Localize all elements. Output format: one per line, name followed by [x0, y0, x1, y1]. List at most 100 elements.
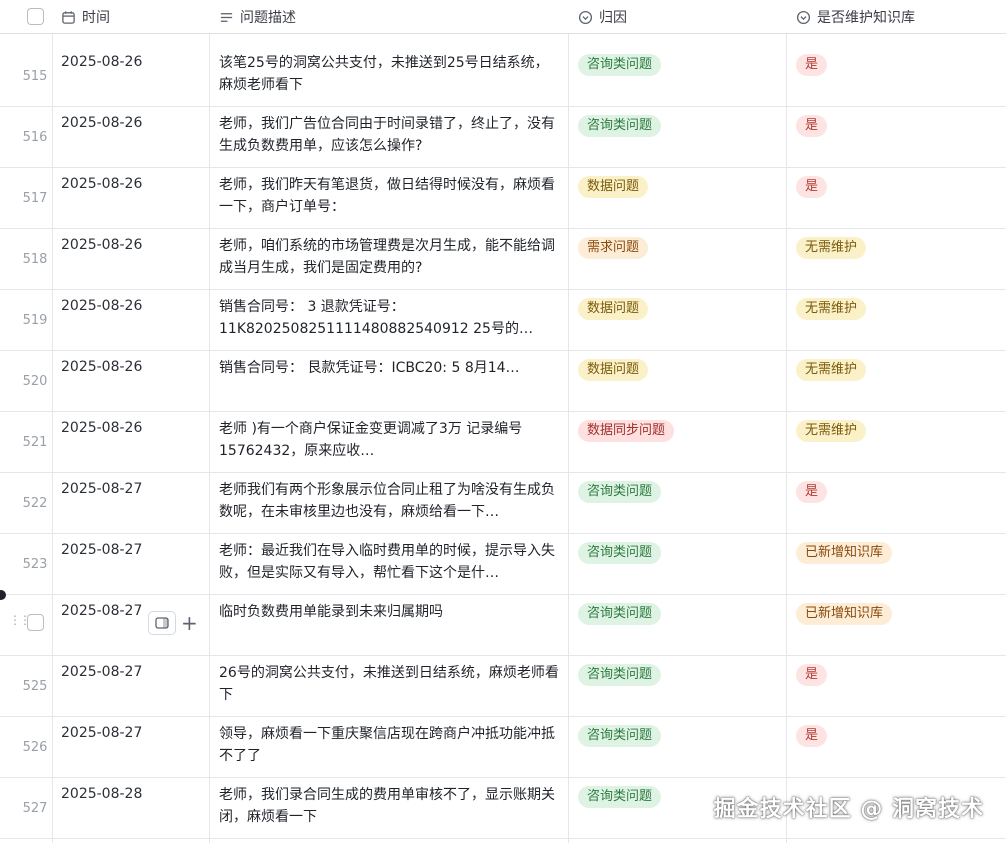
- calendar-icon: [61, 10, 76, 25]
- column-header-time[interactable]: 时间: [61, 0, 110, 34]
- expand-icon: [155, 614, 169, 633]
- table-row[interactable]: 522 2025-08-27 老师我们有两个形象展示位合同止租了为啥没有生成负数…: [0, 473, 1006, 534]
- table-row[interactable]: 526 2025-08-27 领导，麻烦看一下重庆聚信店现在跨商户冲抵功能冲抵不…: [0, 717, 1006, 778]
- table-row[interactable]: 525 2025-08-27 26号的洞窝公共支付，未推送到日结系统，麻烦老师看…: [0, 656, 1006, 717]
- row-number: 522: [22, 496, 48, 511]
- table-row[interactable]: 521 2025-08-26 老师 )有一个商户保证金变更调减了3万 记录编号 …: [0, 412, 1006, 473]
- data-grid: 时间 问题描述 归因 是否维护知识库 515 2025-08-26 该笔25号的: [0, 0, 1006, 843]
- table-row[interactable]: 518 2025-08-26 老师，咱们系统的市场管理费是次月生成，能不能给调成…: [0, 229, 1006, 290]
- category-tag[interactable]: 需求问题: [578, 237, 649, 259]
- row-number: 519: [22, 313, 48, 328]
- date-cell[interactable]: 2025-08-26: [61, 54, 142, 70]
- category-tag[interactable]: 咨询类问题: [578, 664, 662, 686]
- row-number: 516: [22, 130, 48, 145]
- column-divider: [209, 0, 210, 843]
- column-header-category[interactable]: 归因: [578, 0, 627, 34]
- knowledge-tag[interactable]: 是: [796, 725, 828, 747]
- category-tag[interactable]: 咨询类问题: [578, 542, 662, 564]
- column-divider: [568, 0, 569, 843]
- row-number: 520: [22, 374, 48, 389]
- select-all-checkbox[interactable]: [27, 8, 44, 25]
- date-cell[interactable]: 2025-08-26: [61, 420, 142, 436]
- date-cell[interactable]: 2025-08-27: [61, 542, 142, 558]
- knowledge-tag[interactable]: 无需维护: [796, 298, 867, 320]
- watermark-text: 掘金技术社区 @ 洞窝技术: [713, 797, 984, 822]
- column-header-description[interactable]: 问题描述: [219, 0, 296, 34]
- description-cell[interactable]: 老师，我们昨天有笔退货，做日结得时候没有，麻烦看一下，商户订单号：: [219, 174, 561, 218]
- knowledge-tag[interactable]: 无需维护: [796, 420, 867, 442]
- table-row[interactable]: 2025-08-27 临时负数费用单能录到未来归属期吗 咨询类问题 已新增知识库…: [0, 590, 1006, 656]
- grid-header: 时间 问题描述 归因 是否维护知识库: [0, 0, 1006, 34]
- table-row[interactable]: 520 2025-08-26 销售合同号： 艮款凭证号：ICBC20: 5 8月…: [0, 351, 1006, 412]
- insert-row-marker-icon[interactable]: [0, 590, 6, 600]
- category-tag[interactable]: 咨询类问题: [578, 603, 662, 625]
- knowledge-tag[interactable]: 无需维护: [796, 237, 867, 259]
- category-tag[interactable]: 咨询类问题: [578, 786, 662, 808]
- date-cell[interactable]: 2025-08-27: [61, 481, 142, 497]
- knowledge-tag[interactable]: 是: [796, 115, 828, 137]
- knowledge-tag[interactable]: 是: [796, 481, 828, 503]
- row-number: 527: [22, 801, 48, 816]
- date-cell[interactable]: 2025-08-28: [61, 786, 142, 802]
- row-number: 525: [22, 679, 48, 694]
- expand-row-button[interactable]: [148, 611, 176, 635]
- category-tag[interactable]: 数据同步问题: [578, 420, 675, 442]
- column-divider: [52, 0, 53, 843]
- date-cell[interactable]: 2025-08-26: [61, 359, 142, 375]
- column-header-category-label: 归因: [599, 10, 627, 26]
- category-tag[interactable]: 数据问题: [578, 298, 649, 320]
- category-tag[interactable]: 咨询类问题: [578, 725, 662, 747]
- description-cell[interactable]: 老师：最近我们在导入临时费用单的时候，提示导入失败，但是实际又有导入，帮忙看下这…: [219, 540, 561, 584]
- date-cell[interactable]: 2025-08-26: [61, 237, 142, 253]
- column-header-time-label: 时间: [82, 10, 110, 26]
- knowledge-tag[interactable]: 是: [796, 664, 828, 686]
- column-divider: [786, 0, 787, 843]
- table-row[interactable]: 516 2025-08-26 老师，我们广告位合同由于时间录错了，终止了，没有生…: [0, 107, 1006, 168]
- knowledge-tag[interactable]: 已新增知识库: [796, 542, 893, 564]
- description-cell[interactable]: 老师我们有两个形象展示位合同止租了为啥没有生成负数呢，在未审核里边也没有，麻烦给…: [219, 479, 561, 523]
- column-header-knowledge[interactable]: 是否维护知识库: [796, 0, 915, 34]
- category-tag[interactable]: 数据问题: [578, 359, 649, 381]
- description-cell[interactable]: 老师，我们广告位合同由于时间录错了，终止了，没有生成负数费用单，应该怎么操作?: [219, 113, 561, 157]
- description-cell[interactable]: 该笔25号的洞窝公共支付，未推送到25号日结系统，麻烦老师看下: [219, 52, 561, 96]
- row-checkbox[interactable]: [27, 614, 44, 631]
- category-tag[interactable]: 咨询类问题: [578, 115, 662, 137]
- description-cell[interactable]: 领导，麻烦看一下重庆聚信店现在跨商户冲抵功能冲抵不了了: [219, 723, 561, 767]
- row-number: 526: [22, 740, 48, 755]
- table-row[interactable]: 519 2025-08-26 销售合同号： 3 退款凭证号：11K8202508…: [0, 290, 1006, 351]
- category-tag[interactable]: 咨询类问题: [578, 54, 662, 76]
- description-cell[interactable]: 老师 )有一个商户保证金变更调减了3万 记录编号 15762432，原来应收…: [219, 418, 561, 462]
- description-cell[interactable]: 销售合同号： 艮款凭证号：ICBC20: 5 8月14…: [219, 357, 561, 379]
- description-cell[interactable]: 老师，咱们系统的市场管理费是次月生成，能不能给调成当月生成，我们是固定费用的?: [219, 235, 561, 279]
- date-cell[interactable]: 2025-08-27: [61, 603, 142, 619]
- table-row[interactable]: 515 2025-08-26 该笔25号的洞窝公共支付，未推送到25号日结系统，…: [0, 46, 1006, 107]
- column-header-knowledge-label: 是否维护知识库: [817, 10, 915, 26]
- text-lines-icon: [219, 10, 234, 25]
- row-number: 518: [22, 252, 48, 267]
- row-number: 517: [22, 191, 48, 206]
- knowledge-tag[interactable]: 是: [796, 176, 828, 198]
- category-tag[interactable]: 咨询类问题: [578, 481, 662, 503]
- date-cell[interactable]: 2025-08-26: [61, 298, 142, 314]
- date-cell[interactable]: 2025-08-27: [61, 664, 142, 680]
- knowledge-tag[interactable]: 已新增知识库: [796, 603, 893, 625]
- knowledge-tag[interactable]: 无需维护: [796, 359, 867, 381]
- description-cell[interactable]: 临时负数费用单能录到未来归属期吗: [219, 601, 561, 623]
- drag-handle-icon[interactable]: ⋮⋮: [9, 613, 31, 627]
- row-number: 523: [22, 557, 48, 572]
- category-tag[interactable]: 数据问题: [578, 176, 649, 198]
- column-header-description-label: 问题描述: [240, 10, 296, 26]
- knowledge-tag[interactable]: 是: [796, 54, 828, 76]
- date-cell[interactable]: 2025-08-26: [61, 115, 142, 131]
- single-select-icon: [578, 10, 593, 25]
- description-cell[interactable]: 26号的洞窝公共支付，未推送到日结系统，麻烦老师看下: [219, 662, 561, 706]
- row-number: 521: [22, 435, 48, 450]
- table-row[interactable]: 523 2025-08-27 老师：最近我们在导入临时费用单的时候，提示导入失败…: [0, 534, 1006, 595]
- date-cell[interactable]: 2025-08-27: [61, 725, 142, 741]
- single-select-icon: [796, 10, 811, 25]
- date-cell[interactable]: 2025-08-26: [61, 176, 142, 192]
- description-cell[interactable]: 老师，我们录合同生成的费用单审核不了，显示账期关闭，麻烦看一下: [219, 784, 561, 828]
- add-icon[interactable]: +: [181, 613, 198, 633]
- description-cell[interactable]: 销售合同号： 3 退款凭证号：11K8202508251111480882540…: [219, 296, 561, 340]
- table-row[interactable]: 517 2025-08-26 老师，我们昨天有笔退货，做日结得时候没有，麻烦看一…: [0, 168, 1006, 229]
